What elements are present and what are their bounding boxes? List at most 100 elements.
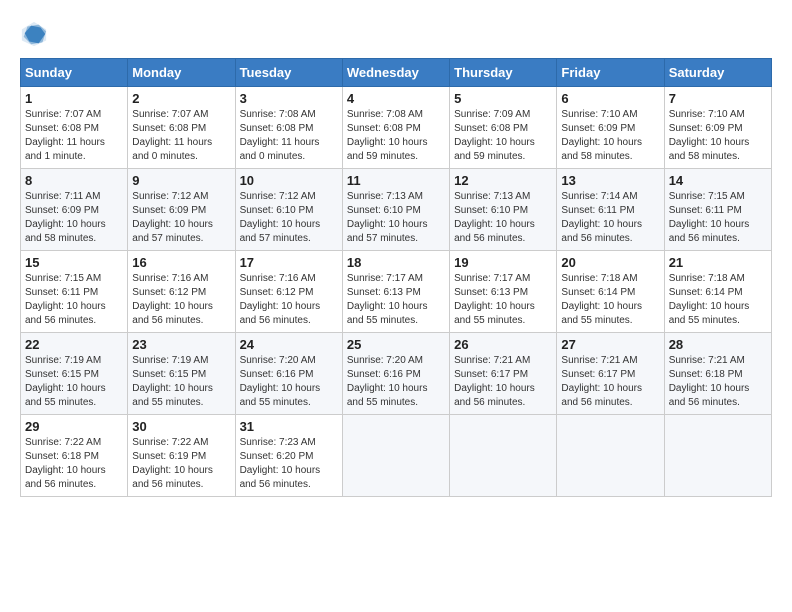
calendar-day-cell: 26 Sunrise: 7:21 AM Sunset: 6:17 PM Dayli… <box>450 333 557 415</box>
calendar-day-cell <box>557 415 664 497</box>
weekday-row: SundayMondayTuesdayWednesdayThursdayFrid… <box>21 59 772 87</box>
calendar-week-row: 29Sunrise: 7:22 AM Sunset: 6:18 PM Dayli… <box>21 415 772 497</box>
day-number: 12 <box>454 173 552 188</box>
day-number: 2 <box>132 91 230 106</box>
calendar-day-cell <box>664 415 771 497</box>
day-info: Sunrise: 7:09 AM Sunset: 6:08 PM Dayligh… <box>454 108 552 164</box>
day-number: 22 <box>25 337 123 352</box>
day-info: Sunrise: 7:19 AM Sunset: 6:15 PM Dayligh… <box>25 354 123 410</box>
day-number: 30 <box>132 419 230 434</box>
day-number: 16 <box>132 255 230 270</box>
day-info: Sunrise: 7:21 AM Sunset: 6:17 PM Dayligh… <box>561 354 659 410</box>
calendar-day-cell: 19Sunrise: 7:17 AM Sunset: 6:13 PM Dayli… <box>450 251 557 333</box>
calendar-day-cell <box>342 415 449 497</box>
day-number: 1 <box>25 91 123 106</box>
calendar-day-cell: 1 Sunrise: 7:07 AM Sunset: 6:08 PM Daylig… <box>21 87 128 169</box>
calendar-day-cell: 15 Sunrise: 7:15 AM Sunset: 6:11 PM Dayli… <box>21 251 128 333</box>
day-info: Sunrise: 7:21 AM Sunset: 6:18 PM Dayligh… <box>669 354 767 410</box>
day-info: Sunrise: 7:17 AM Sunset: 6:13 PM Dayligh… <box>454 272 552 328</box>
calendar-day-cell: 14Sunrise: 7:15 AM Sunset: 6:11 PM Dayli… <box>664 169 771 251</box>
calendar-day-cell: 20 Sunrise: 7:18 AM Sunset: 6:14 PM Dayli… <box>557 251 664 333</box>
calendar-day-cell: 10Sunrise: 7:12 AM Sunset: 6:10 PM Dayli… <box>235 169 342 251</box>
day-info: Sunrise: 7:22 AM Sunset: 6:19 PM Dayligh… <box>132 436 230 492</box>
calendar-day-cell: 28 Sunrise: 7:21 AM Sunset: 6:18 PM Dayli… <box>664 333 771 415</box>
logo <box>20 20 52 48</box>
calendar-day-cell: 13 Sunrise: 7:14 AM Sunset: 6:11 PM Dayli… <box>557 169 664 251</box>
day-number: 5 <box>454 91 552 106</box>
day-number: 11 <box>347 173 445 188</box>
day-info: Sunrise: 7:23 AM Sunset: 6:20 PM Dayligh… <box>240 436 338 492</box>
calendar-day-cell: 4 Sunrise: 7:08 AM Sunset: 6:08 PM Daylig… <box>342 87 449 169</box>
day-number: 29 <box>25 419 123 434</box>
calendar-week-row: 1 Sunrise: 7:07 AM Sunset: 6:08 PM Daylig… <box>21 87 772 169</box>
weekday-header: Friday <box>557 59 664 87</box>
day-number: 27 <box>561 337 659 352</box>
day-number: 14 <box>669 173 767 188</box>
day-info: Sunrise: 7:18 AM Sunset: 6:14 PM Dayligh… <box>561 272 659 328</box>
calendar-day-cell: 11Sunrise: 7:13 AM Sunset: 6:10 PM Dayli… <box>342 169 449 251</box>
day-number: 21 <box>669 255 767 270</box>
calendar-day-cell: 6 Sunrise: 7:10 AM Sunset: 6:09 PM Daylig… <box>557 87 664 169</box>
calendar-day-cell: 30 Sunrise: 7:22 AM Sunset: 6:19 PM Dayli… <box>128 415 235 497</box>
day-number: 7 <box>669 91 767 106</box>
calendar-day-cell: 9 Sunrise: 7:12 AM Sunset: 6:09 PM Daylig… <box>128 169 235 251</box>
day-number: 20 <box>561 255 659 270</box>
day-number: 4 <box>347 91 445 106</box>
calendar-day-cell: 29Sunrise: 7:22 AM Sunset: 6:18 PM Dayli… <box>21 415 128 497</box>
calendar-week-row: 8 Sunrise: 7:11 AM Sunset: 6:09 PM Daylig… <box>21 169 772 251</box>
day-info: Sunrise: 7:15 AM Sunset: 6:11 PM Dayligh… <box>25 272 123 328</box>
calendar-day-cell <box>450 415 557 497</box>
weekday-header: Wednesday <box>342 59 449 87</box>
day-info: Sunrise: 7:20 AM Sunset: 6:16 PM Dayligh… <box>347 354 445 410</box>
day-number: 31 <box>240 419 338 434</box>
weekday-header: Thursday <box>450 59 557 87</box>
calendar-day-cell: 23Sunrise: 7:19 AM Sunset: 6:15 PM Dayli… <box>128 333 235 415</box>
day-info: Sunrise: 7:20 AM Sunset: 6:16 PM Dayligh… <box>240 354 338 410</box>
weekday-header: Tuesday <box>235 59 342 87</box>
calendar-week-row: 22 Sunrise: 7:19 AM Sunset: 6:15 PM Dayli… <box>21 333 772 415</box>
day-number: 26 <box>454 337 552 352</box>
weekday-header: Sunday <box>21 59 128 87</box>
day-info: Sunrise: 7:19 AM Sunset: 6:15 PM Dayligh… <box>132 354 230 410</box>
calendar-day-cell: 31 Sunrise: 7:23 AM Sunset: 6:20 PM Dayli… <box>235 415 342 497</box>
day-number: 6 <box>561 91 659 106</box>
day-info: Sunrise: 7:14 AM Sunset: 6:11 PM Dayligh… <box>561 190 659 246</box>
calendar-day-cell: 17Sunrise: 7:16 AM Sunset: 6:12 PM Dayli… <box>235 251 342 333</box>
day-number: 3 <box>240 91 338 106</box>
day-info: Sunrise: 7:21 AM Sunset: 6:17 PM Dayligh… <box>454 354 552 410</box>
calendar-day-cell: 22 Sunrise: 7:19 AM Sunset: 6:15 PM Dayli… <box>21 333 128 415</box>
day-info: Sunrise: 7:16 AM Sunset: 6:12 PM Dayligh… <box>240 272 338 328</box>
calendar: SundayMondayTuesdayWednesdayThursdayFrid… <box>20 58 772 497</box>
day-number: 25 <box>347 337 445 352</box>
day-number: 8 <box>25 173 123 188</box>
day-number: 9 <box>132 173 230 188</box>
day-info: Sunrise: 7:11 AM Sunset: 6:09 PM Dayligh… <box>25 190 123 246</box>
calendar-day-cell: 3 Sunrise: 7:08 AM Sunset: 6:08 PM Daylig… <box>235 87 342 169</box>
day-info: Sunrise: 7:13 AM Sunset: 6:10 PM Dayligh… <box>454 190 552 246</box>
calendar-day-cell: 18 Sunrise: 7:17 AM Sunset: 6:13 PM Dayli… <box>342 251 449 333</box>
calendar-day-cell: 27 Sunrise: 7:21 AM Sunset: 6:17 PM Dayli… <box>557 333 664 415</box>
weekday-header: Monday <box>128 59 235 87</box>
day-info: Sunrise: 7:17 AM Sunset: 6:13 PM Dayligh… <box>347 272 445 328</box>
calendar-day-cell: 7 Sunrise: 7:10 AM Sunset: 6:09 PM Daylig… <box>664 87 771 169</box>
calendar-day-cell: 8 Sunrise: 7:11 AM Sunset: 6:09 PM Daylig… <box>21 169 128 251</box>
calendar-day-cell: 25 Sunrise: 7:20 AM Sunset: 6:16 PM Dayli… <box>342 333 449 415</box>
day-info: Sunrise: 7:10 AM Sunset: 6:09 PM Dayligh… <box>561 108 659 164</box>
calendar-week-row: 15 Sunrise: 7:15 AM Sunset: 6:11 PM Dayli… <box>21 251 772 333</box>
calendar-day-cell: 24Sunrise: 7:20 AM Sunset: 6:16 PM Dayli… <box>235 333 342 415</box>
day-info: Sunrise: 7:10 AM Sunset: 6:09 PM Dayligh… <box>669 108 767 164</box>
calendar-header: SundayMondayTuesdayWednesdayThursdayFrid… <box>21 59 772 87</box>
page-header <box>20 20 772 48</box>
day-info: Sunrise: 7:07 AM Sunset: 6:08 PM Dayligh… <box>25 108 123 164</box>
day-number: 28 <box>669 337 767 352</box>
day-number: 13 <box>561 173 659 188</box>
day-info: Sunrise: 7:08 AM Sunset: 6:08 PM Dayligh… <box>347 108 445 164</box>
calendar-body: 1 Sunrise: 7:07 AM Sunset: 6:08 PM Daylig… <box>21 87 772 497</box>
calendar-day-cell: 21 Sunrise: 7:18 AM Sunset: 6:14 PM Dayli… <box>664 251 771 333</box>
day-info: Sunrise: 7:18 AM Sunset: 6:14 PM Dayligh… <box>669 272 767 328</box>
day-info: Sunrise: 7:07 AM Sunset: 6:08 PM Dayligh… <box>132 108 230 164</box>
day-info: Sunrise: 7:12 AM Sunset: 6:09 PM Dayligh… <box>132 190 230 246</box>
day-info: Sunrise: 7:08 AM Sunset: 6:08 PM Dayligh… <box>240 108 338 164</box>
day-number: 18 <box>347 255 445 270</box>
day-number: 15 <box>25 255 123 270</box>
